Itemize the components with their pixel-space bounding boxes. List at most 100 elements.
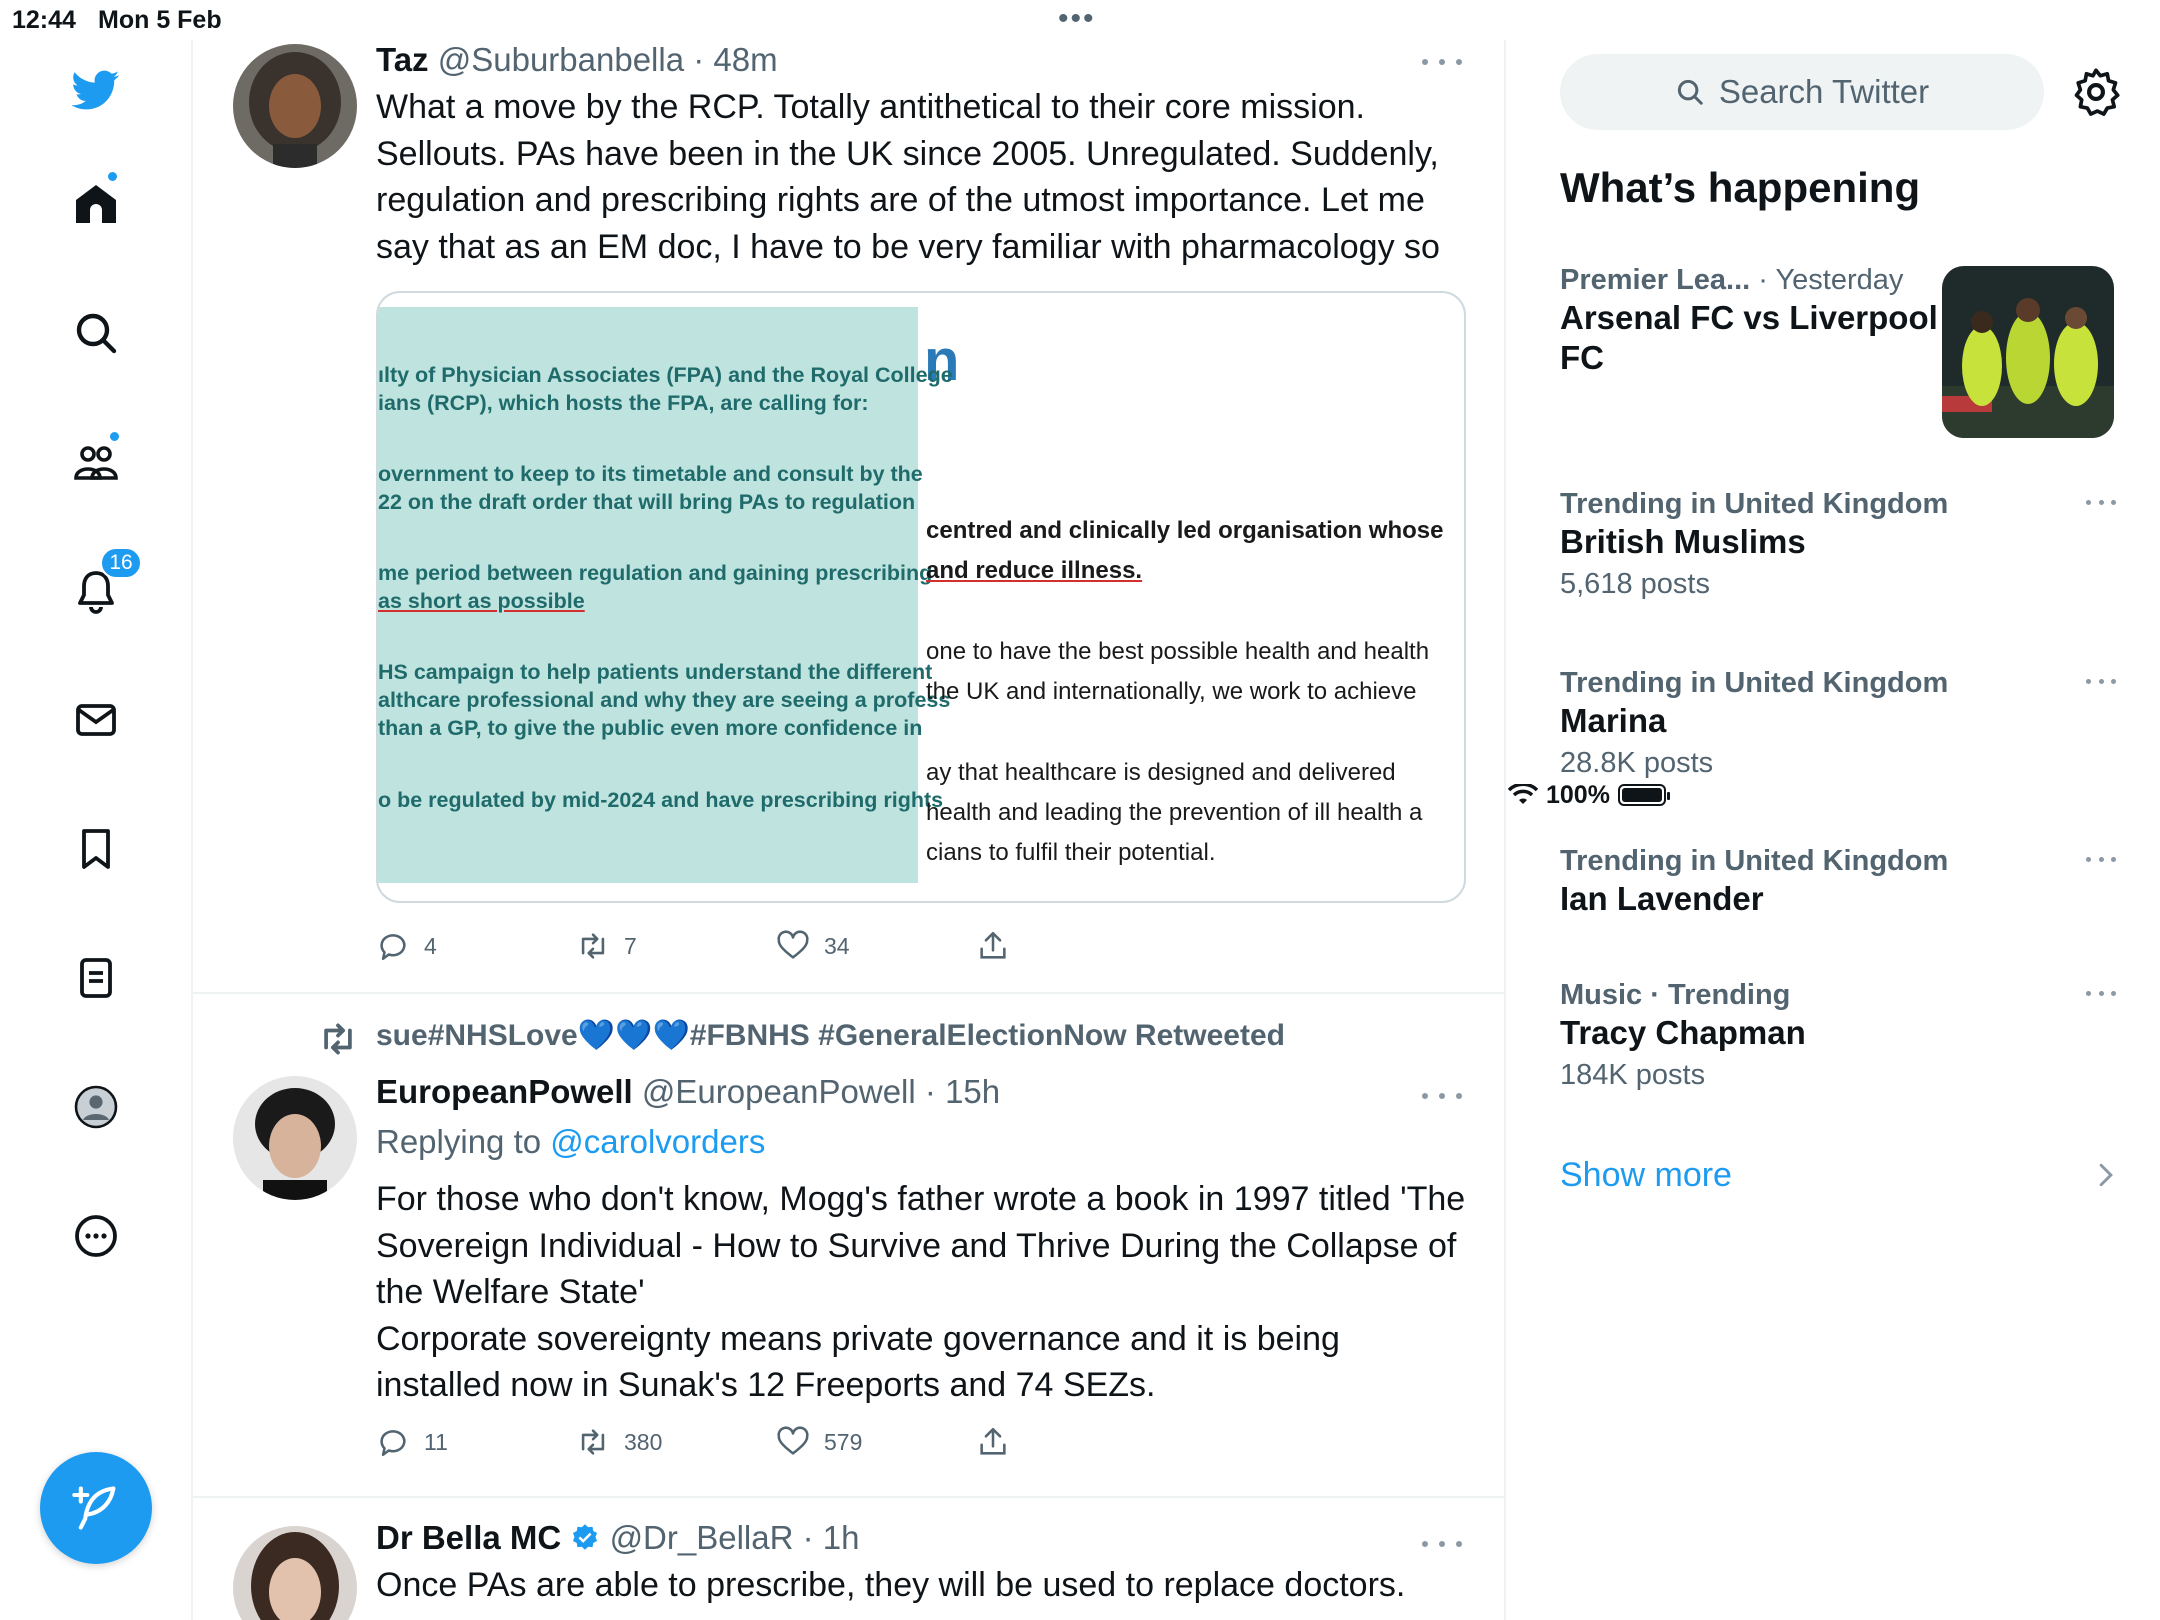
reply-icon xyxy=(380,934,406,961)
retweet-button[interactable]: 7 xyxy=(576,929,637,963)
author-name[interactable]: Taz xyxy=(376,41,429,78)
trend-title: Arsenal FC vs Liverpool FC xyxy=(1560,299,1938,376)
retweet-count: 7 xyxy=(624,932,637,959)
trend-context: Trending in United Kingdom xyxy=(1560,845,1949,877)
trend-post-count: 5,618 posts xyxy=(1560,568,1710,600)
retweet-button[interactable]: 380 xyxy=(576,1425,662,1459)
avatar-drbella[interactable] xyxy=(233,1526,357,1620)
like-button[interactable]: 579 xyxy=(776,1425,862,1459)
tweet-actions: 11 380 579 xyxy=(376,1422,1176,1462)
image-text-line: as short as possible xyxy=(378,589,585,613)
image-text-line: ians (RCP), which hosts the FPA, are cal… xyxy=(378,391,869,415)
show-more-link[interactable]: Show more xyxy=(1560,1156,1732,1195)
trend-context: Trending in United Kingdom xyxy=(1560,488,1949,520)
tweet-text: Once PAs are able to prescribe, they wil… xyxy=(376,1566,1406,1604)
multitasking-dots-icon[interactable]: ••• xyxy=(1058,2,1096,36)
profile-icon[interactable] xyxy=(58,1069,134,1145)
avatar-taz[interactable] xyxy=(233,44,357,168)
image-text-line: health and leading the prevention of ill… xyxy=(926,799,1423,826)
author-handle[interactable]: @Suburbanbella xyxy=(438,41,684,78)
trend-post-count: 184K posts xyxy=(1560,1059,1706,1091)
reply-button[interactable]: 11 xyxy=(376,1425,448,1459)
trend-context: Trending in United Kingdom xyxy=(1560,667,1949,699)
home-icon[interactable] xyxy=(58,166,134,242)
trend-item[interactable]: Trending in United Kingdom Ian Lavender xyxy=(1560,843,2120,919)
image-text-line: cians to fulfil their potential. xyxy=(926,839,1216,866)
status-bar: 12:44 Mon 5 Feb ••• 100% xyxy=(0,0,2160,809)
reply-button[interactable]: 4 xyxy=(376,929,437,963)
trend-title: Tracy Chapman xyxy=(1560,1014,1806,1051)
tweet-text-continued: Corporate sovereignty means private gove… xyxy=(376,1319,1340,1405)
trend-item[interactable]: Music · Trending Tracy Chapman 184K post… xyxy=(1560,977,2120,1093)
notifications-count-badge: 16 xyxy=(100,547,142,579)
image-text-line: me period between regulation and gaining… xyxy=(378,561,933,585)
tweet-drbella[interactable]: Dr Bella MC @Dr_BellaR · 1h Once PAs are… xyxy=(193,1500,1504,1620)
heart-icon xyxy=(777,930,809,959)
search-nav-icon[interactable] xyxy=(58,295,134,371)
reply-icon xyxy=(380,1430,406,1457)
search-twitter-input[interactable]: Search Twitter xyxy=(1560,54,2044,130)
bookmarks-icon[interactable] xyxy=(58,811,134,887)
retweeted-by-label[interactable]: sue#NHSLove💙💙💙#FBNHS #GeneralElectionNow… xyxy=(376,1018,1285,1053)
image-text-line: HS campaign to help patients understand … xyxy=(378,660,933,684)
image-text-line: ılty of Physician Associates (FPA) and t… xyxy=(378,363,953,387)
sidebar-nav: 16 xyxy=(0,40,193,1620)
trend-more-icon[interactable] xyxy=(2086,857,2116,867)
retweet-count: 380 xyxy=(624,1428,663,1455)
settings-gear-icon[interactable] xyxy=(2070,66,2122,118)
like-count: 579 xyxy=(824,1428,863,1455)
tweet-time[interactable]: 48m xyxy=(713,41,777,78)
trend-title: Marina xyxy=(1560,702,1667,739)
author-name[interactable]: Dr Bella MC xyxy=(376,1519,561,1556)
image-text-line: overnment to keep to its timetable and c… xyxy=(378,462,923,486)
image-text-line: ay that healthcare is designed and deliv… xyxy=(926,759,1396,786)
share-button[interactable] xyxy=(976,1425,1010,1459)
author-handle[interactable]: @Dr_BellaR xyxy=(610,1519,794,1556)
verified-badge-icon xyxy=(573,1524,598,1550)
tweet-time[interactable]: 1h xyxy=(823,1519,860,1556)
author-handle[interactable]: @EuropeanPowell xyxy=(642,1073,916,1110)
trend-more-icon[interactable] xyxy=(2086,500,2116,510)
twitter-logo-icon[interactable] xyxy=(58,52,134,128)
like-count: 34 xyxy=(824,932,850,959)
image-text-line: 22 on the draft order that will bring PA… xyxy=(378,490,916,514)
tweet-time[interactable]: 15h xyxy=(945,1073,1000,1110)
trend-more-icon[interactable] xyxy=(2086,991,2116,1001)
image-text-line: than a GP, to give the public even more … xyxy=(378,716,923,740)
communities-icon[interactable] xyxy=(58,424,134,500)
replying-to: Replying to @carolvorders xyxy=(376,1122,1466,1162)
messages-icon[interactable] xyxy=(58,682,134,758)
tweet-header: EuropeanPowell @EuropeanPowell · 15h xyxy=(376,1073,1001,1110)
trend-item[interactable]: Premier Lea... · Yesterday Arsenal FC vs… xyxy=(1560,262,1940,378)
tweet-europeanpowell[interactable]: sue#NHSLove💙💙💙#FBNHS #GeneralElectionNow… xyxy=(193,996,1504,1498)
trend-item[interactable]: Trending in United Kingdom British Musli… xyxy=(1560,486,2120,602)
lists-icon[interactable] xyxy=(58,940,134,1016)
share-icon xyxy=(980,931,1006,959)
retweet-icon xyxy=(581,1429,605,1455)
replying-to-handle[interactable]: @carolvorders xyxy=(550,1123,765,1160)
status-time: 12:44 xyxy=(12,6,76,34)
avatar-europeanpowell[interactable] xyxy=(233,1076,357,1200)
tweet-taz[interactable]: Taz @Suburbanbella · 48m What a move by … xyxy=(193,40,1504,994)
right-sidebar: Search Twitter What’s happening Premier … xyxy=(1508,40,2160,1620)
tweet-header: Dr Bella MC @Dr_BellaR · 1h xyxy=(376,1519,860,1556)
reply-count: 4 xyxy=(424,932,437,959)
like-button[interactable]: 34 xyxy=(776,929,850,963)
tweet-header: Taz @Suburbanbella · 48m xyxy=(376,41,778,78)
trend-more-icon[interactable] xyxy=(2086,679,2116,689)
timeline-feed[interactable]: Taz @Suburbanbella · 48m What a move by … xyxy=(193,40,1506,1620)
share-icon xyxy=(980,1427,1006,1455)
trend-context-time: · Yesterday xyxy=(1758,264,1904,296)
share-button[interactable] xyxy=(976,929,1010,963)
trend-thumbnail-image[interactable] xyxy=(1942,266,2114,438)
tweet-text: For those who don't know, Mogg's father … xyxy=(376,1180,1466,1311)
notifications-bell-icon[interactable]: 16 xyxy=(58,547,142,629)
search-placeholder: Search Twitter xyxy=(1718,73,1930,110)
trend-post-count: 28.8K posts xyxy=(1560,747,1714,779)
tweet-image[interactable]: n ılty of Physician Associates (FPA) and… xyxy=(376,291,1466,903)
more-options-icon[interactable] xyxy=(58,1198,134,1274)
author-name[interactable]: EuropeanPowell xyxy=(376,1073,633,1110)
compose-tweet-button[interactable] xyxy=(40,1452,152,1564)
image-text-line: the UK and internationally, we work to a… xyxy=(926,678,1417,705)
trend-item[interactable]: Trending in United Kingdom Marina 28.8K … xyxy=(1560,665,2120,781)
